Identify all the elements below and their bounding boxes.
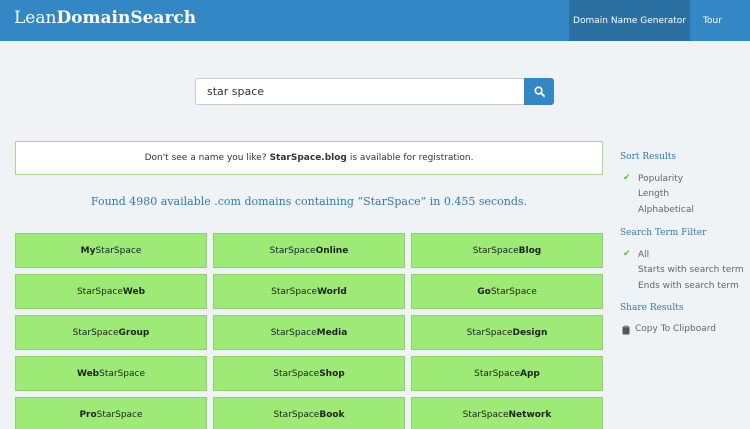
result-item[interactable]: StarSpace World bbox=[213, 274, 405, 309]
result-prefix: My bbox=[80, 245, 96, 256]
result-item[interactable]: StarSpace Web bbox=[15, 274, 207, 309]
result-suffix: Blog bbox=[518, 245, 542, 256]
result-prefix: StarSpace bbox=[269, 245, 316, 256]
result-prefix: StarSpace bbox=[462, 409, 509, 420]
results-grid: My StarSpace StarSpace Online StarSpace Blo… bbox=[15, 233, 603, 429]
result-item[interactable]: StarSpace Book bbox=[213, 397, 405, 429]
result-item[interactable]: StarSpace Blog bbox=[411, 233, 603, 268]
notice-suffix: is available for registration. bbox=[349, 153, 474, 163]
result-prefix: StarSpace bbox=[466, 327, 513, 338]
result-item[interactable]: My StarSpace bbox=[15, 233, 207, 268]
search-icon bbox=[533, 86, 545, 97]
checkmark-icon: ✔ bbox=[623, 249, 631, 259]
result-prefix: Web bbox=[76, 368, 100, 379]
checkmark-icon: ✔ bbox=[623, 173, 631, 183]
result-suffix: Book bbox=[319, 409, 345, 420]
result-item[interactable]: StarSpace Group bbox=[15, 315, 207, 350]
notice-prefix: Don't see a name you like? bbox=[144, 153, 267, 163]
nav-domain-name-generator[interactable]: Domain Name Generator bbox=[569, 0, 690, 41]
result-item[interactable]: StarSpace Shop bbox=[213, 356, 405, 391]
nav-tour[interactable]: Tour bbox=[690, 0, 735, 41]
result-item[interactable]: Web StarSpace bbox=[15, 356, 207, 391]
search-button[interactable] bbox=[524, 78, 554, 105]
result-prefix: StarSpace bbox=[472, 245, 519, 256]
result-item[interactable]: StarSpace App bbox=[411, 356, 603, 391]
result-prefix: StarSpace bbox=[273, 409, 320, 420]
result-prefix: StarSpace bbox=[474, 368, 521, 379]
filter-option-all[interactable]: All bbox=[638, 250, 649, 260]
result-item[interactable]: Pro StarSpace bbox=[15, 397, 207, 429]
filter-option-ends-with[interactable]: Ends with search term bbox=[638, 281, 739, 291]
filter-option-starts-with[interactable]: Starts with search term bbox=[638, 265, 744, 275]
result-prefix: Go bbox=[477, 286, 491, 297]
result-prefix: StarSpace bbox=[76, 286, 123, 297]
results-summary: Found 4980 available .com domains contai… bbox=[90, 195, 528, 208]
result-suffix: StarSpace bbox=[96, 409, 143, 420]
result-suffix: Group bbox=[118, 327, 150, 338]
result-suffix: Online bbox=[315, 245, 349, 256]
result-prefix: StarSpace bbox=[273, 368, 320, 379]
clipboard-icon bbox=[622, 325, 630, 335]
top-bar: LeanDomainSearch Domain Name Generator T… bbox=[0, 0, 750, 41]
result-suffix: World bbox=[317, 286, 347, 297]
copy-to-clipboard-link[interactable]: Copy To Clipboard bbox=[635, 324, 716, 334]
result-prefix: Pro bbox=[79, 409, 97, 420]
share-results-title: Share Results bbox=[620, 303, 684, 313]
sort-option-popularity[interactable]: Popularity bbox=[638, 174, 683, 184]
notice-domain[interactable]: StarSpace.blog bbox=[270, 153, 347, 163]
result-suffix: Shop bbox=[319, 368, 345, 379]
sort-option-length[interactable]: Length bbox=[638, 189, 669, 199]
result-suffix: StarSpace bbox=[490, 286, 537, 297]
sort-option-alphabetical[interactable]: Alphabetical bbox=[638, 205, 694, 215]
sort-results-title: Sort Results bbox=[620, 152, 676, 162]
availability-notice: Don't see a name you like? StarSpace.blo… bbox=[15, 141, 603, 175]
result-suffix: StarSpace bbox=[95, 245, 142, 256]
result-prefix: StarSpace bbox=[72, 327, 119, 338]
result-suffix: StarSpace bbox=[99, 368, 146, 379]
result-item[interactable]: Go StarSpace bbox=[411, 274, 603, 309]
brand-logo[interactable]: LeanDomainSearch bbox=[14, 8, 196, 28]
result-item[interactable]: StarSpace Media bbox=[213, 315, 405, 350]
result-suffix: Network bbox=[508, 409, 552, 420]
result-suffix: Media bbox=[316, 327, 348, 338]
search-input[interactable]: star space bbox=[195, 78, 525, 105]
brand-bold: DomainSearch bbox=[56, 8, 197, 28]
result-prefix: StarSpace bbox=[270, 327, 317, 338]
brand-light: Lean bbox=[14, 8, 57, 28]
result-suffix: Web bbox=[122, 286, 146, 297]
result-item[interactable]: StarSpace Network bbox=[411, 397, 603, 429]
result-suffix: App bbox=[520, 368, 540, 379]
result-suffix: Design bbox=[512, 327, 548, 338]
result-item[interactable]: StarSpace Online bbox=[213, 233, 405, 268]
search-term-filter-title: Search Term Filter bbox=[620, 228, 707, 238]
result-prefix: StarSpace bbox=[271, 286, 318, 297]
result-item[interactable]: StarSpace Design bbox=[411, 315, 603, 350]
